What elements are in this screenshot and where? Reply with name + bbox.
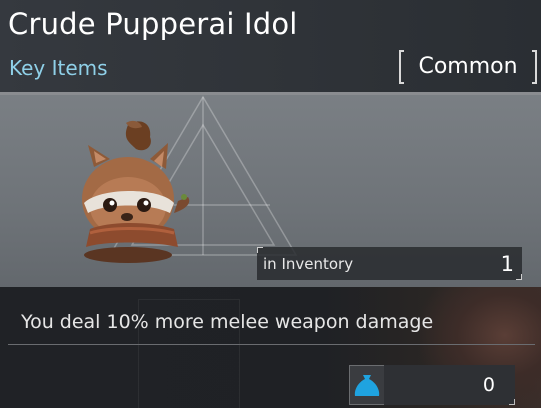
item-preview-panel: in Inventory 1 (0, 95, 541, 287)
rarity-bracket-left (399, 50, 404, 84)
price-icon-box (349, 365, 385, 405)
item-category: Key Items (9, 56, 108, 80)
price-box: 0 (384, 365, 515, 405)
description-panel: You deal 10% more melee weapon damage 0 (0, 287, 541, 408)
pupperai-idol-icon (82, 120, 190, 263)
price-value: 0 (482, 374, 495, 396)
item-name: Crude Pupperai Idol (8, 7, 298, 41)
rarity-badge: Common (399, 50, 537, 84)
money-bag-icon (354, 375, 380, 396)
item-description: You deal 10% more melee weapon damage (21, 311, 434, 333)
inventory-label: in Inventory (263, 255, 354, 273)
inventory-count: 1 (500, 252, 514, 276)
item-header: Crude Pupperai Idol Key Items Common (0, 0, 541, 92)
rarity-bracket-right (532, 50, 537, 84)
inventory-count-box: in Inventory 1 (257, 247, 522, 280)
rarity-label: Common (418, 54, 518, 79)
description-divider (8, 344, 535, 345)
